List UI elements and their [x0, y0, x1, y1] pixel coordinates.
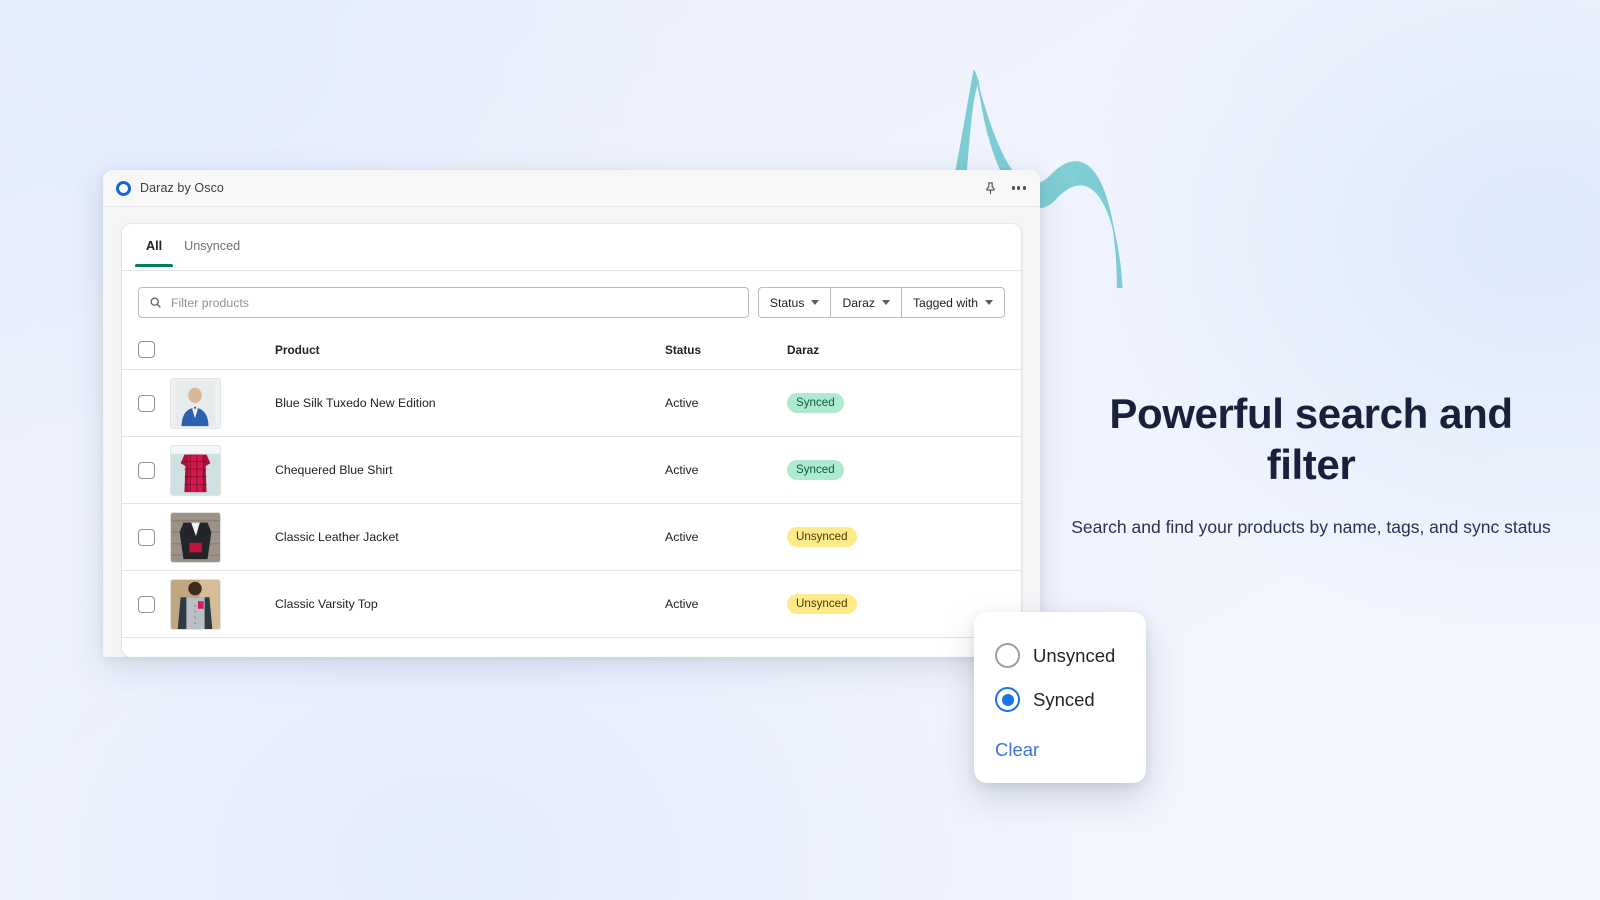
- row-checkbox[interactable]: [138, 595, 155, 613]
- table-row[interactable]: Classic Leather Jacket Active Unsynced: [122, 503, 1021, 571]
- radio-option-synced[interactable]: Synced: [974, 683, 1146, 716]
- status-value: Active: [665, 463, 699, 477]
- tab-unsynced[interactable]: Unsynced: [173, 224, 251, 266]
- chevron-down-icon: [985, 300, 993, 305]
- tab-all-label: All: [146, 239, 163, 253]
- row-checkbox[interactable]: [138, 528, 155, 546]
- sync-filter-popover: Unsynced Synced Clear: [974, 612, 1146, 783]
- row-checkbox[interactable]: [138, 461, 155, 479]
- filter-status-label: Status: [769, 295, 805, 310]
- product-thumbnail: [170, 578, 221, 630]
- brand-name: Daraz by Osco: [140, 181, 224, 195]
- product-name: Chequered Blue Shirt: [275, 463, 393, 477]
- status-badge: Unsynced: [787, 593, 857, 615]
- row-sync-cell: Unsynced: [787, 503, 1021, 571]
- row-thumbnail-cell: [170, 369, 275, 437]
- radio-option-unsynced[interactable]: Unsynced: [974, 639, 1146, 672]
- radio-option-unsynced-label: Unsynced: [1033, 644, 1116, 666]
- radio-selected-icon[interactable]: [995, 687, 1020, 712]
- status-value: Active: [665, 396, 699, 410]
- row-status-cell: Active: [665, 570, 787, 638]
- row-sync-cell: Synced: [787, 436, 1021, 504]
- status-badge: Synced: [787, 392, 844, 414]
- status-header: Status: [665, 332, 787, 370]
- table-row[interactable]: Chequered Blue Shirt Active Synced: [122, 436, 1021, 504]
- page-title: Powerful search and filter: [1109, 390, 1513, 489]
- products-table: Product Status Daraz Blue Silk Tuxedo Ne…: [122, 332, 1021, 638]
- status-badge: Unsynced: [787, 526, 857, 548]
- row-select-cell: [122, 503, 170, 571]
- radio-icon[interactable]: [995, 643, 1020, 668]
- app-body: All Unsynced Stat: [103, 207, 1040, 657]
- row-select-cell: [122, 369, 170, 437]
- row-thumbnail-cell: [170, 436, 275, 504]
- table-row[interactable]: Classic Varsity Top Active Unsynced: [122, 570, 1021, 638]
- table-header-row: Product Status Daraz: [122, 332, 1021, 370]
- titlebar-actions: [983, 181, 1026, 196]
- row-product-cell: Blue Silk Tuxedo New Edition: [275, 369, 665, 437]
- row-thumbnail-cell: [170, 570, 275, 638]
- table-head: Product Status Daraz: [122, 332, 1021, 370]
- row-product-cell: Chequered Blue Shirt: [275, 436, 665, 504]
- row-sync-cell: Synced: [787, 369, 1021, 437]
- product-thumbnail: [170, 444, 221, 496]
- tab-bar: All Unsynced: [122, 224, 1021, 271]
- tab-all[interactable]: All: [135, 224, 174, 267]
- row-thumbnail-cell: [170, 503, 275, 571]
- filter-tagged-with-label: Tagged with: [912, 295, 978, 310]
- product-name: Classic Varsity Top: [275, 597, 378, 611]
- product-thumbnail: [170, 511, 221, 563]
- filter-status-button[interactable]: Status: [757, 287, 832, 318]
- daraz-header: Daraz: [787, 332, 1021, 370]
- row-status-cell: Active: [665, 436, 787, 504]
- search-field[interactable]: [138, 287, 749, 318]
- filter-daraz-button[interactable]: Daraz: [831, 287, 902, 318]
- row-status-cell: Active: [665, 369, 787, 437]
- select-all-header: [122, 332, 170, 370]
- clear-link[interactable]: Clear: [974, 739, 1146, 761]
- filter-daraz-label: Daraz: [842, 295, 875, 310]
- more-options-icon[interactable]: [1011, 186, 1026, 190]
- chevron-down-icon: [811, 300, 820, 305]
- select-all-checkbox[interactable]: [138, 341, 155, 358]
- promo-subtitle: Search and find your products by name, t…: [1071, 517, 1551, 538]
- status-value: Active: [665, 530, 699, 544]
- product-name: Blue Silk Tuxedo New Edition: [275, 396, 436, 410]
- filter-bar: Status Daraz Tagged with: [122, 271, 1021, 332]
- filter-button-group: Status Daraz Tagged with: [757, 287, 1005, 318]
- row-checkbox[interactable]: [138, 394, 155, 412]
- chevron-down-icon: [881, 300, 890, 305]
- row-product-cell: Classic Leather Jacket: [275, 503, 665, 571]
- filter-tagged-with-button[interactable]: Tagged with: [901, 287, 1005, 318]
- product-header: Product: [275, 332, 665, 370]
- brand: Daraz by Osco: [116, 180, 224, 196]
- status-badge: Synced: [787, 459, 844, 481]
- pin-icon[interactable]: [983, 181, 998, 196]
- product-thumbnail: [170, 377, 221, 429]
- status-value: Active: [665, 597, 699, 611]
- search-icon: [149, 296, 162, 309]
- table-row[interactable]: Blue Silk Tuxedo New Edition Active Sync…: [122, 369, 1021, 437]
- row-select-cell: [122, 570, 170, 638]
- search-input[interactable]: [171, 295, 738, 310]
- promo-block: Powerful search and filter Search and fi…: [1062, 388, 1560, 541]
- app-window: Daraz by Osco All Unsynced Filter produc…: [103, 170, 1040, 657]
- radio-option-synced-label: Synced: [1033, 688, 1095, 710]
- thumbnail-header: [170, 332, 275, 370]
- ring-logo-icon: [116, 180, 131, 196]
- row-product-cell: Classic Varsity Top: [275, 570, 665, 638]
- window-titlebar: Daraz by Osco: [103, 170, 1040, 207]
- table-body: Blue Silk Tuxedo New Edition Active Sync…: [122, 369, 1021, 638]
- row-status-cell: Active: [665, 503, 787, 571]
- tab-unsynced-label: Unsynced: [184, 239, 241, 253]
- row-select-cell: [122, 436, 170, 504]
- product-name: Classic Leather Jacket: [275, 530, 399, 544]
- products-card: All Unsynced Stat: [122, 224, 1021, 657]
